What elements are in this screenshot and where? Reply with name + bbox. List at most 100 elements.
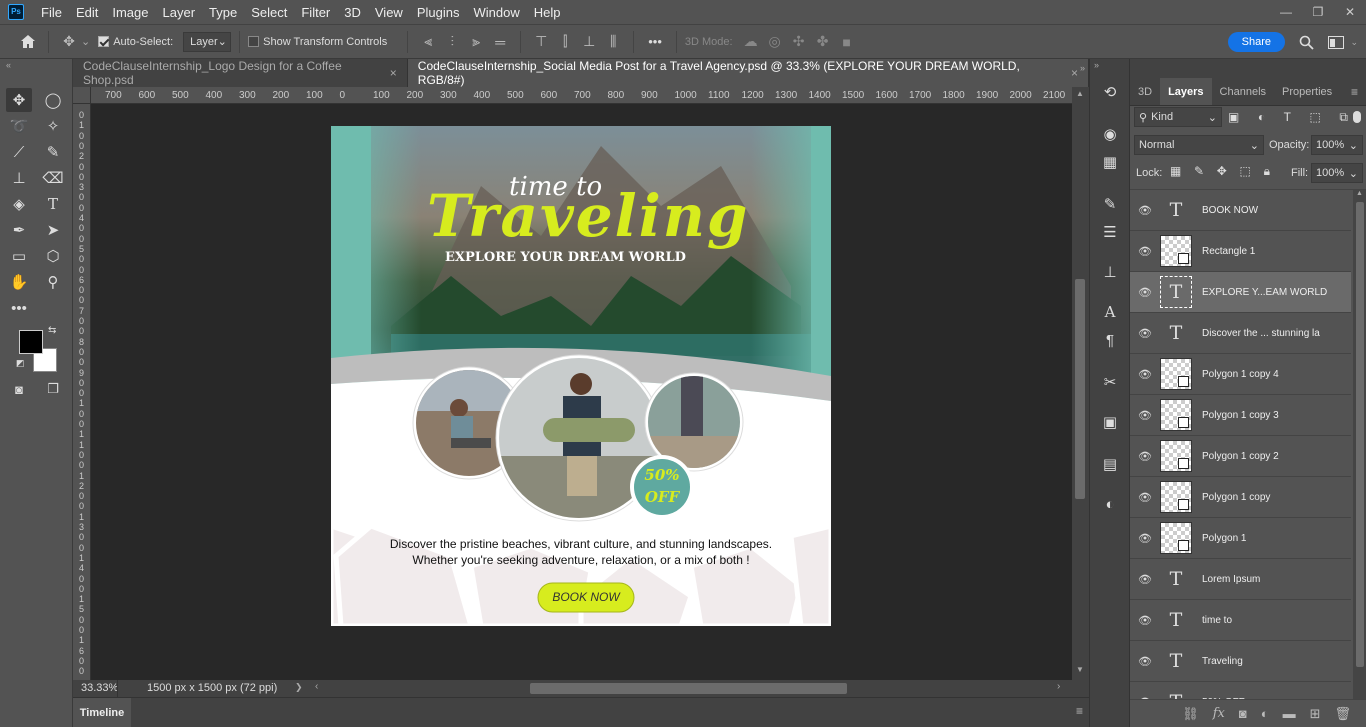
close-icon[interactable]: ✕ [1334,0,1366,24]
lock-artboard-icon[interactable]: ⬚ [1240,164,1251,179]
fx-icon[interactable]: fx [1213,706,1225,721]
minimize-icon[interactable]: — [1270,0,1302,24]
layer-row[interactable]: 👁︎ T Lorem Ipsum [1130,559,1351,600]
edit-toolbar-icon[interactable]: ••• [6,296,32,320]
tab-timeline[interactable]: Timeline [73,698,131,727]
collapse-icon[interactable]: « [6,60,11,70]
more-options-button[interactable]: ••• [648,34,662,49]
marquee-tool-icon[interactable]: ◯ [40,88,66,112]
menu-image[interactable]: Image [105,5,155,20]
eye-visibility-icon[interactable]: 👁︎ [1130,204,1160,217]
workspace-icon[interactable] [1324,30,1348,54]
eye-visibility-icon[interactable]: 👁︎ [1130,614,1160,627]
layer-row[interactable]: 👁︎ Rectangle 1 [1130,231,1351,272]
tab-properties[interactable]: Properties [1274,78,1340,105]
path-select-icon[interactable]: ➤ [40,218,66,242]
search-icon[interactable] [1294,30,1318,54]
swatches-icon[interactable]: ▦ [1098,151,1122,173]
layer-row[interactable]: 👁︎ T Discover the ... stunning la [1130,313,1351,354]
menu-edit[interactable]: Edit [69,5,105,20]
3d-roll-icon[interactable]: ◎ [763,30,787,54]
auto-select-dropdown[interactable]: Layer ⌄ [183,31,232,52]
eye-visibility-icon[interactable]: 👁︎ [1130,368,1160,381]
brush-tool-icon[interactable]: ✎ [40,140,66,164]
tab-3d[interactable]: 3D [1130,78,1160,105]
delete-layer-icon[interactable]: 🗑︎ [1334,706,1351,722]
filter-adjustment-icon[interactable]: ◐ [1258,110,1265,124]
filter-shape-icon[interactable]: ⬚ [1310,110,1321,124]
pen-tool-icon[interactable]: ✒ [6,218,32,242]
3d-pan-icon[interactable]: ✣ [787,30,811,54]
menu-help[interactable]: Help [527,5,568,20]
layer-row[interactable]: 👁︎ T Traveling [1130,641,1351,682]
align-center-icon[interactable]: ⫶ [440,30,464,54]
layer-row[interactable]: 👁︎ T BOOK NOW [1130,190,1351,231]
align-middle-icon[interactable]: ⫿ [553,30,577,54]
ruler-origin[interactable] [73,87,91,104]
paragraph-icon[interactable]: ¶ [1098,329,1122,351]
character-icon[interactable]: A [1098,301,1122,323]
lock-position-icon[interactable]: ✥ [1217,164,1227,179]
show-transform-checkbox[interactable] [248,36,260,47]
filter-kind-dropdown[interactable]: ⚲ Kind ⌄ [1134,107,1222,127]
restore-icon[interactable]: ❐ [1302,0,1334,24]
new-layer-icon[interactable]: ⊞ [1310,706,1321,722]
menu-window[interactable]: Window [466,5,526,20]
scroll-up-icon[interactable]: ▲ [1076,89,1084,98]
hand-tool-icon[interactable]: ✋ [6,270,32,294]
eye-visibility-icon[interactable]: 👁︎ [1130,409,1160,422]
paint-bucket-icon[interactable]: ◈ [6,192,32,216]
eyedropper-icon[interactable]: ⟋ [6,140,32,164]
lasso-tool-icon[interactable]: ➰ [6,114,32,138]
zoom-level[interactable]: 33.33% [81,682,118,694]
layer-row[interactable]: 👁︎ Polygon 1 copy 3 [1130,395,1351,436]
document-info[interactable]: 1500 px x 1500 px (72 ppi) [147,682,277,694]
eraser-tool-icon[interactable]: ⌫ [40,166,66,190]
default-colors-icon[interactable]: ◩ [16,358,25,369]
adjustments-icon[interactable]: ☰ [1098,221,1122,243]
color-icon[interactable]: ◉ [1098,123,1122,145]
panel-menu-icon[interactable]: ≡ [1351,85,1358,99]
menu-file[interactable]: File [34,5,69,20]
share-button[interactable]: Share [1227,32,1285,52]
foreground-color-swatch[interactable] [19,330,43,354]
type-tool-icon[interactable]: T [40,192,66,216]
filter-pixel-icon[interactable]: ▣ [1228,110,1239,124]
menu-type[interactable]: Type [202,5,244,20]
artboard[interactable]: time to Traveling EXPLORE YOUR DREAM WOR… [331,126,831,626]
swap-colors-icon[interactable]: ⇆ [48,325,56,336]
expand-icon[interactable]: » [1094,60,1099,70]
eye-visibility-icon[interactable]: 👁︎ [1130,532,1160,545]
clone-source-icon[interactable]: ⊥ [1098,261,1122,283]
menu-filter[interactable]: Filter [294,5,337,20]
filter-smart-icon[interactable]: ⧉ [1339,110,1348,125]
menu-3d[interactable]: 3D [337,5,368,20]
horizontal-ruler[interactable]: 700 600 500 400 300 200 100 0 100 200 300 400 500 600… [91,87,1072,104]
tab-social-media-post[interactable]: CodeClauseInternship_Social Media Post f… [407,59,1089,87]
eye-visibility-icon[interactable]: 👁︎ [1130,286,1160,299]
layer-row[interactable]: 👁︎ Polygon 1 copy 2 [1130,436,1351,477]
align-hcenter-icon[interactable]: ═ [488,30,512,54]
move-tool-icon[interactable]: ✥ [6,88,32,112]
eye-visibility-icon[interactable]: 👁︎ [1130,655,1160,668]
brush-settings-icon[interactable]: ✎ [1098,193,1122,215]
stamp-tool-icon[interactable]: ⊥ [6,166,32,190]
zoom-tool-icon[interactable]: ⚲ [40,270,66,294]
add-mask-icon[interactable]: ◙ [1239,706,1247,721]
home-icon[interactable] [16,30,40,54]
horizontal-scroll-thumb[interactable] [530,683,847,694]
lock-image-icon[interactable]: ✎ [1194,164,1204,179]
tab-logo-design[interactable]: CodeClauseInternship_Logo Design for a C… [73,59,408,87]
chevron-down-icon[interactable]: ⌄ [81,35,90,48]
layer-scroll-thumb[interactable] [1356,202,1364,667]
scroll-down-icon[interactable]: ▼ [1076,665,1084,674]
chevron-right-icon[interactable]: ❯ [295,682,303,693]
3d-slide-icon[interactable]: ✤ [811,30,835,54]
align-right-icon[interactable]: ⫸ [464,30,488,54]
layer-row[interactable]: 👁︎T50% OFF [1130,682,1351,699]
screen-mode-icon[interactable]: ❐ [40,377,66,401]
layer-row[interactable]: 👁︎ T EXPLORE Y...EAM WORLD [1130,272,1351,313]
menu-select[interactable]: Select [244,5,294,20]
tools-icon[interactable]: ✂ [1098,371,1122,393]
new-group-icon[interactable]: ▬ [1283,706,1296,721]
